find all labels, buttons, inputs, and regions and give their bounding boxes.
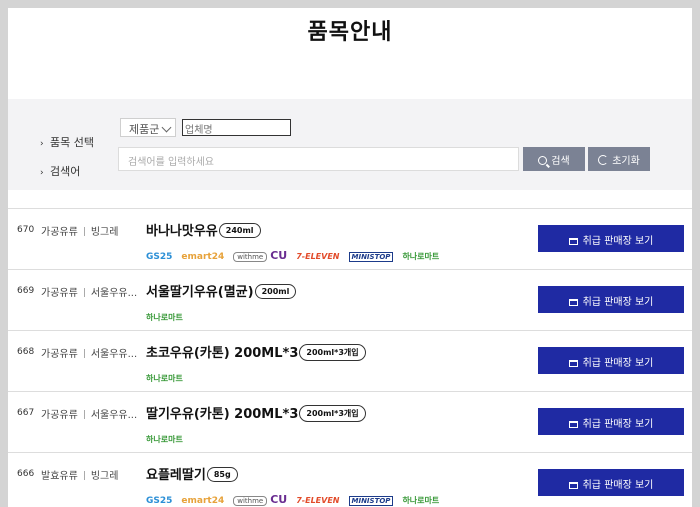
product-name: 서울딸기우유(멸균) 200ml [146, 281, 297, 300]
chevron-right-icon: › [40, 168, 44, 178]
store-logo-hanaro: 하나로마트 [146, 313, 183, 322]
page-title: 품목안내 [307, 20, 393, 45]
product-size-badge: 240ml [218, 223, 261, 238]
store-logo-gs25: GS25 [146, 496, 173, 506]
store-icon [568, 238, 578, 245]
store-logo-gs25: GS25 [146, 252, 173, 262]
store-logo-ministop: MINISTOP [348, 252, 394, 262]
divider [83, 410, 85, 419]
store-logo-ministop: MINISTOP [348, 496, 394, 506]
store-icon [568, 482, 578, 489]
product-maker: 빙그레 [90, 471, 119, 482]
store-icon [568, 421, 578, 428]
store-icon [568, 299, 578, 306]
view-stores-button[interactable]: 취급 판매장 보기 [538, 408, 684, 435]
store-logos: 하나로마트 [146, 305, 192, 324]
table-row: 666 발효유류 빙그레 요플레딸기 85g GS25 emart24 withme CU… [8, 452, 692, 507]
reset-button[interactable]: 초기화 [588, 147, 650, 171]
store-logo-cu: CU [270, 493, 288, 506]
divider [83, 227, 85, 236]
product-size-badge: 200ml [254, 284, 297, 299]
store-logos: 하나로마트 [146, 366, 192, 385]
view-stores-button[interactable]: 취급 판매장 보기 [538, 469, 684, 496]
table-row: 669 가공유류 서울우유... 서울딸기우유(멸균) 200ml 하나로마트 취급… [8, 269, 692, 331]
store-logo-cu: CU [270, 249, 288, 262]
table-row: 670 가공유류 빙그레 바나나맛우유 240ml GS25 emart24 withm… [8, 208, 692, 270]
product-maker: 서울우유... [90, 410, 138, 421]
table-row: 667 가공유류 서울우유... 딸기우유(카톤) 200ML*3 200ml*3개… [8, 391, 692, 453]
divider [83, 471, 85, 480]
chevron-right-icon: › [40, 139, 44, 149]
product-number: 670 [17, 225, 35, 235]
company-input[interactable]: 업체명 [182, 119, 291, 136]
product-category: 발효유류 빙그레 [41, 467, 118, 482]
product-number: 666 [17, 469, 35, 479]
store-logo-hanaro: 하나로마트 [402, 496, 440, 505]
product-number: 669 [17, 286, 35, 296]
product-category: 가공유류 서울우유... [41, 345, 137, 360]
store-logos: GS25 emart24 withme CU 7-ELEVEN MINISTOP 하나로마트 [146, 244, 448, 263]
product-size-badge: 85g [206, 467, 238, 482]
product-size-badge: 200ml*3개입 [299, 344, 366, 361]
divider [83, 288, 85, 297]
store-logos: GS25 emart24 withme CU 7-ELEVEN MINISTOP 하나로마트 [146, 488, 448, 507]
store-logo-emart24: emart24 [181, 252, 225, 262]
store-logos: 하나로마트 [146, 427, 192, 446]
chevron-down-icon [161, 122, 172, 133]
filter-panel: › 품목 선택 제품군 업체명 › 검색어 검색어를 입력하세요 검색 초기화 [8, 99, 692, 190]
product-name: 바나나맛우유 240ml [146, 220, 261, 239]
refresh-icon [598, 155, 609, 165]
store-logo-seven: 7-ELEVEN [296, 252, 340, 261]
store-logo-withme: withme [233, 496, 268, 506]
store-logo-hanaro: 하나로마트 [146, 435, 183, 444]
product-name: 요플레딸기 85g [146, 464, 238, 483]
search-label: › 검색어 [40, 165, 81, 178]
product-category: 가공유류 서울우유... [41, 284, 137, 299]
page-frame: 품목안내 › 품목 선택 제품군 업체명 › 검색어 검색어를 입력하세요 검색 초… [8, 8, 692, 507]
product-name: 딸기우유(카톤) 200ML*3 200ml*3개입 [146, 403, 366, 422]
product-size-badge: 200ml*3개입 [299, 405, 366, 422]
store-logo-hanaro: 하나로마트 [146, 374, 183, 383]
product-category: 가공유류 빙그레 [41, 223, 118, 238]
view-stores-button[interactable]: 취급 판매장 보기 [538, 286, 684, 313]
search-icon [538, 156, 548, 165]
view-stores-button[interactable]: 취급 판매장 보기 [538, 225, 684, 252]
view-stores-button[interactable]: 취급 판매장 보기 [538, 347, 684, 374]
table-row: 668 가공유류 서울우유... 초코우유(카톤) 200ML*3 200ml*3개… [8, 330, 692, 392]
category-label: › 품목 선택 [40, 136, 94, 149]
store-logo-hanaro: 하나로마트 [402, 252, 440, 261]
divider [83, 349, 85, 358]
category-select[interactable]: 제품군 [120, 118, 176, 137]
store-logo-emart24: emart24 [181, 496, 225, 506]
search-button[interactable]: 검색 [523, 147, 585, 171]
product-number: 668 [17, 347, 35, 357]
product-name: 초코우유(카톤) 200ML*3 200ml*3개입 [146, 342, 366, 361]
product-maker: 서울우유... [90, 349, 138, 360]
store-icon [568, 360, 578, 367]
product-maker: 빙그레 [90, 227, 119, 238]
store-logo-withme: withme [233, 252, 268, 262]
search-input[interactable]: 검색어를 입력하세요 [118, 147, 519, 171]
product-category: 가공유류 서울우유... [41, 406, 137, 421]
store-logo-seven: 7-ELEVEN [296, 496, 340, 505]
product-number: 667 [17, 408, 35, 418]
product-maker: 서울우유... [90, 288, 138, 299]
